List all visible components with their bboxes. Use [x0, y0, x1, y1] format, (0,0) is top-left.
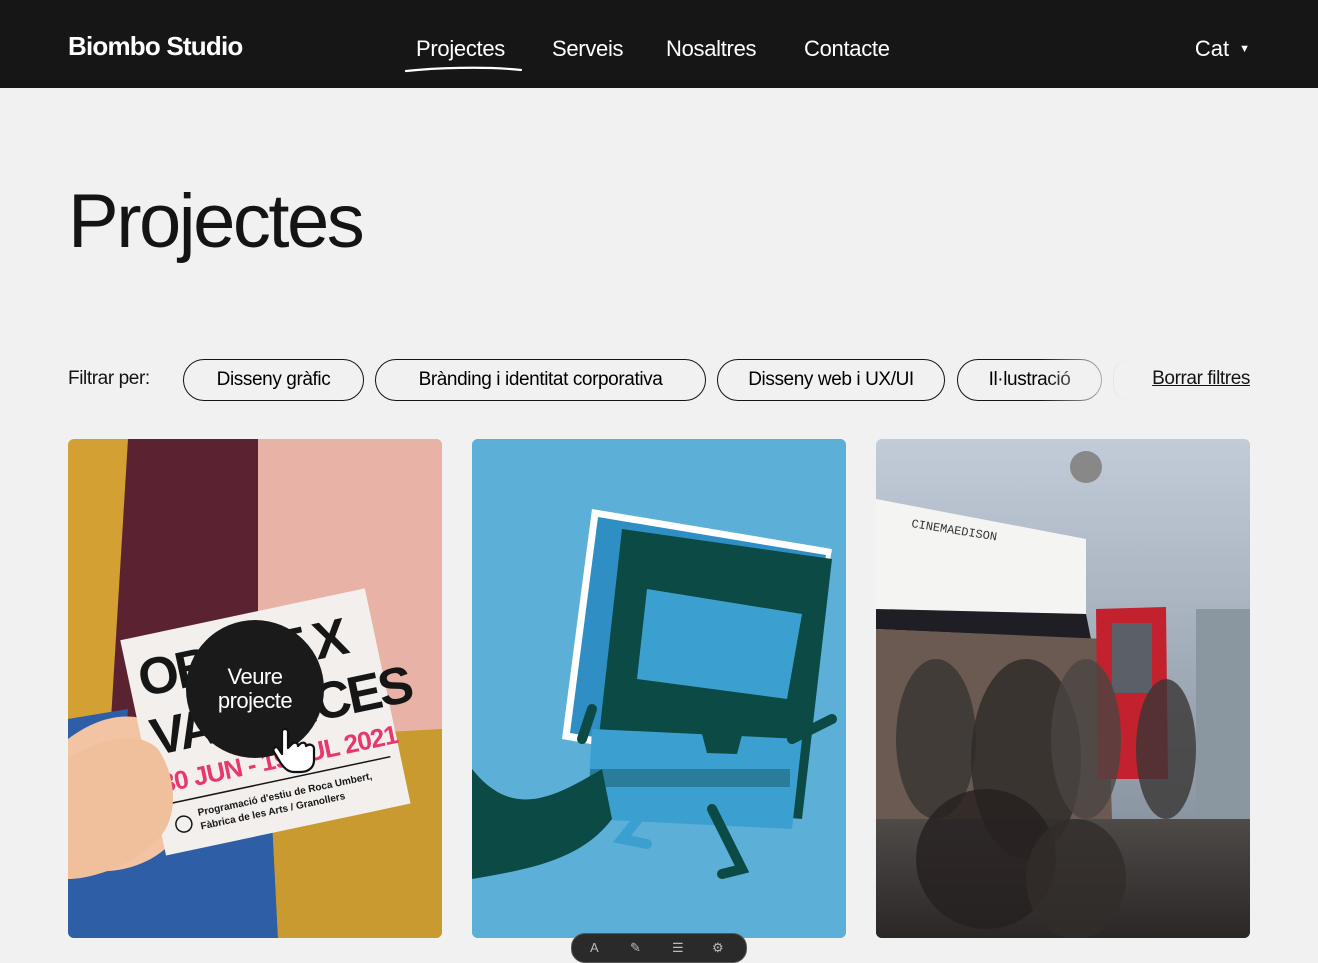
- view-project-label-line2: projecte: [217, 688, 293, 713]
- view-project-label-line1: Veure: [227, 664, 284, 689]
- filter-chip-illustracio[interactable]: Il·lustració: [957, 359, 1102, 401]
- nav-item-nosaltres[interactable]: Nosaltres: [666, 36, 757, 62]
- page-title: Projectes: [68, 179, 365, 264]
- nav-item-contacte[interactable]: Contacte: [804, 36, 890, 62]
- filter-chip-disseny-web[interactable]: Disseny web i UX/UI: [717, 359, 945, 401]
- floating-toolbar[interactable]: A ✎ ☰ ⚙: [571, 933, 747, 963]
- project-card-cinema-edison[interactable]: CINEMAEDISON: [876, 439, 1250, 938]
- filter-chip-disseny-grafic[interactable]: Disseny gràfic: [183, 359, 364, 401]
- filter-chip-branding[interactable]: Brànding i identitat corporativa: [375, 359, 706, 401]
- list-tool-icon[interactable]: ☰: [672, 940, 684, 956]
- nav-item-projectes[interactable]: Projectes: [416, 36, 505, 62]
- settings-tool-icon[interactable]: ⚙: [712, 940, 724, 956]
- language-label: Cat: [1194, 36, 1230, 61]
- nav-item-serveis[interactable]: Serveis: [552, 36, 624, 62]
- language-selector[interactable]: Cat ▼: [1195, 36, 1250, 62]
- chevron-down-icon: ▼: [1239, 43, 1250, 55]
- active-nav-underline: [404, 66, 523, 73]
- brand-logo[interactable]: Biombo Studio: [68, 31, 243, 62]
- filter-chip-partial[interactable]: [1113, 359, 1129, 401]
- pointer-hand-icon: [272, 727, 316, 774]
- project-image-cinema: CINEMAEDISON: [876, 439, 1250, 938]
- top-navigation-bar: Biombo Studio Projectes Serveis Nosaltre…: [0, 0, 1318, 88]
- filter-label: Filtrar per:: [68, 368, 150, 389]
- project-card-illustration[interactable]: [472, 439, 846, 938]
- text-tool-icon[interactable]: A: [590, 940, 599, 955]
- project-image-superhero-book: [472, 439, 846, 938]
- clear-filters-link[interactable]: Borrar filtres: [1152, 368, 1250, 390]
- brush-tool-icon[interactable]: ✎: [630, 940, 641, 956]
